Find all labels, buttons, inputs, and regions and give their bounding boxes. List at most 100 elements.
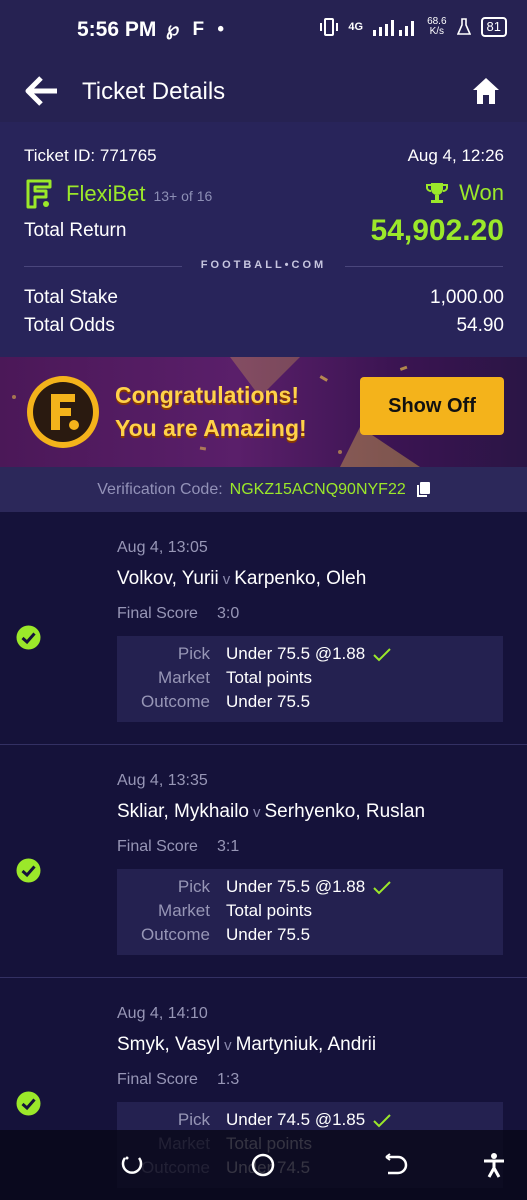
market-label: Market: [158, 901, 210, 920]
total-return-value: 54,902.20: [370, 214, 504, 247]
match-teams: Smyk, Vasyl v Martyniuk, Andrii: [117, 1034, 376, 1056]
total-stake-value: 1,000.00: [430, 287, 504, 308]
app-bar: Ticket Details: [0, 62, 527, 122]
versus-label: v: [222, 571, 231, 588]
verification-code: NGKZ15ACNQ90NYF22: [229, 480, 406, 498]
final-score-label: Final Score: [117, 605, 198, 622]
tick-icon: [373, 1113, 391, 1127]
home-circle-icon[interactable]: [250, 1152, 276, 1178]
pick-value: Under 75.5 @1.88: [226, 877, 366, 896]
show-off-button[interactable]: Show Off: [360, 377, 504, 435]
total-return-label: Total Return: [24, 220, 127, 241]
match-card[interactable]: Aug 4, 13:05 Volkov, Yurii v Karpenko, Ole…: [0, 512, 527, 745]
total-odds-label: Total Odds: [24, 315, 115, 336]
selection-details: Pick Under 75.5 @1.88 Market Total point…: [117, 636, 503, 722]
total-odds-value: 54.90: [456, 315, 504, 336]
won-check-icon: [16, 1091, 41, 1116]
won-check-icon: [16, 858, 41, 883]
status-time: 5:56 PM: [77, 18, 157, 41]
outcome-row: Outcome Under 75.5: [117, 925, 503, 949]
final-score-value: 1:3: [217, 1071, 240, 1088]
home-player: Volkov, Yurii: [117, 568, 219, 589]
final-score-label: Final Score: [117, 1071, 198, 1088]
recents-icon[interactable]: [119, 1152, 145, 1178]
congratulations-banner: Congratulations! You are Amazing! Show O…: [0, 357, 527, 467]
pick-label: Pick: [177, 877, 210, 896]
match-time: Aug 4, 14:10: [117, 1005, 208, 1022]
trophy-icon: [426, 183, 449, 203]
notification-icons: ℘ F •: [166, 19, 229, 40]
won-check-icon: [16, 625, 41, 650]
match-card[interactable]: Aug 4, 13:35 Skliar, Mykhailo v Serhyenko,…: [0, 745, 527, 978]
banner-line-1: Congratulations!: [115, 382, 299, 408]
accessibility-icon[interactable]: [481, 1152, 507, 1178]
back-arrow-icon[interactable]: [25, 76, 59, 106]
outcome-value: Under 75.5: [226, 692, 311, 711]
final-score-label: Final Score: [117, 838, 198, 855]
market-value: Total points: [226, 668, 312, 687]
pick-value-wrap: Under 75.5 @1.88: [226, 877, 391, 897]
total-stake-label: Total Stake: [24, 287, 118, 308]
battery-indicator: 81: [480, 17, 507, 37]
away-player: Martyniuk, Andrii: [235, 1034, 377, 1055]
ticket-summary: Ticket ID: 771765 Aug 4, 12:26 FlexiBet …: [0, 122, 527, 357]
bet-type: FlexiBet 13+ of 16: [24, 178, 212, 210]
pick-value: Under 74.5 @1.85: [226, 1110, 366, 1129]
flask-icon: [456, 18, 471, 35]
pick-value-wrap: Under 75.5 @1.88: [226, 644, 391, 664]
status-indicators: 4G 68.6 K/s 81: [320, 17, 507, 37]
signal-icon: [373, 20, 415, 36]
verification-code-row: Verification Code: NGKZ15ACNQ90NYF22: [0, 467, 527, 512]
versus-label: v: [253, 804, 261, 821]
network-type: 4G: [348, 21, 364, 33]
copy-icon[interactable]: [416, 481, 430, 498]
final-score-value: 3:1: [217, 838, 240, 855]
speed-unit: K/s: [429, 26, 445, 37]
tick-icon: [373, 880, 391, 894]
selection-count: 13+ of 16: [153, 188, 213, 204]
selection-details: Pick Under 75.5 @1.88 Market Total point…: [117, 869, 503, 955]
home-player: Skliar, Mykhailo: [117, 801, 249, 822]
outcome-label: Outcome: [141, 692, 210, 711]
status-bar: 5:56 PM ℘ F • 4G 68.6 K/s 81: [0, 0, 527, 62]
pick-label: Pick: [177, 644, 210, 663]
flexibet-logo-icon: [26, 179, 52, 209]
page-title: Ticket Details: [82, 78, 226, 105]
ticket-id: Ticket ID: 771765: [24, 146, 157, 165]
ticket-date: Aug 4, 12:26: [407, 146, 504, 165]
banner-line-2: You are Amazing!: [115, 415, 307, 441]
market-value: Total points: [226, 901, 312, 920]
banner-message: Congratulations! You are Amazing!: [115, 379, 307, 445]
away-player: Karpenko, Oleh: [234, 568, 367, 589]
back-nav-icon[interactable]: [382, 1152, 408, 1178]
pick-value-wrap: Under 74.5 @1.85: [226, 1110, 391, 1130]
outcome-row: Outcome Under 75.5: [117, 692, 503, 716]
match-teams: Volkov, Yurii v Karpenko, Oleh: [117, 568, 366, 590]
ticket-status: Won: [425, 180, 504, 206]
football-com-logo-icon: [27, 376, 99, 448]
market-row: Market Total points: [117, 668, 503, 692]
market-row: Market Total points: [117, 901, 503, 925]
tick-icon: [373, 647, 391, 661]
status-text: Won: [459, 180, 504, 205]
network-speed: 68.6 K/s: [427, 17, 446, 37]
outcome-value: Under 75.5: [226, 925, 311, 944]
match-time: Aug 4, 13:05: [117, 539, 208, 556]
versus-label: v: [224, 1037, 232, 1054]
match-teams: Skliar, Mykhailo v Serhyenko, Ruslan: [117, 801, 425, 823]
verification-label: Verification Code:: [97, 480, 223, 498]
home-player: Smyk, Vasyl: [117, 1034, 221, 1055]
vibrate-icon: [320, 18, 339, 36]
home-icon[interactable]: [471, 76, 501, 106]
bet-type-name: FlexiBet: [66, 181, 146, 206]
away-player: Serhyenko, Ruslan: [264, 801, 426, 822]
pick-label: Pick: [177, 1110, 210, 1129]
pick-row: Pick Under 75.5 @1.88: [117, 877, 503, 901]
match-time: Aug 4, 13:35: [117, 772, 208, 789]
market-label: Market: [158, 668, 210, 687]
final-score-value: 3:0: [217, 605, 240, 622]
system-nav-bar: [0, 1130, 527, 1200]
divider-right: [345, 266, 503, 267]
pick-value: Under 75.5 @1.88: [226, 644, 366, 663]
pick-row: Pick Under 75.5 @1.88: [117, 644, 503, 668]
